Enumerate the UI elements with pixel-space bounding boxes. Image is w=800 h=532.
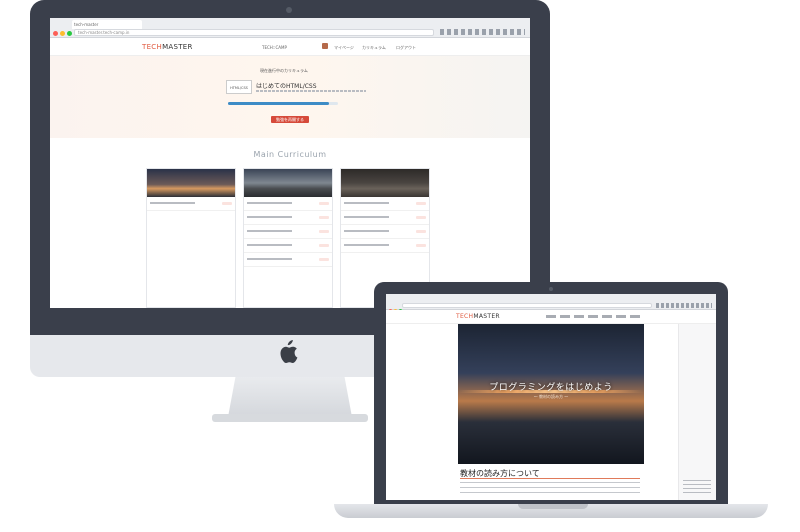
lesson-status-badge <box>416 244 426 247</box>
nav-item-mypage[interactable]: マイページ <box>334 45 354 51</box>
lesson-title <box>247 202 293 204</box>
resume-button[interactable]: 勉強を再開する <box>271 116 309 123</box>
curriculum-lesson-row[interactable] <box>147 197 235 211</box>
lesson-title <box>344 202 390 204</box>
lesson-title <box>344 230 390 232</box>
lesson-title <box>247 244 293 246</box>
sidebar-list[interactable] <box>683 480 711 494</box>
lesson-title <box>344 216 390 218</box>
curriculum-lesson-row[interactable] <box>341 197 429 211</box>
lesson-status-badge <box>319 244 329 247</box>
lesson-title <box>247 258 293 260</box>
curriculum-lesson-row[interactable] <box>244 197 332 211</box>
curriculum-lesson-row[interactable] <box>341 211 429 225</box>
nav-item-curriculum[interactable]: カリキュラム <box>362 45 386 51</box>
browser-chrome <box>386 294 716 312</box>
avatar[interactable] <box>322 43 328 49</box>
maximize-icon[interactable] <box>67 31 72 36</box>
site-nav[interactable] <box>546 315 641 318</box>
macbook-trackpad-notch <box>518 504 588 509</box>
curriculum-lesson-row[interactable] <box>341 225 429 239</box>
curriculum-card-image <box>341 169 429 197</box>
imac-stand <box>228 377 352 417</box>
imac-screen: tech-master tech-master.tech-camp.in TEC… <box>50 18 530 308</box>
site-logo[interactable]: TECHMASTER <box>142 43 193 51</box>
macbook-camera <box>549 287 553 291</box>
curriculum-lesson-row[interactable] <box>244 211 332 225</box>
current-curriculum-label: 現在進行中のカリキュラム <box>260 68 308 73</box>
curriculum-card[interactable] <box>243 168 333 308</box>
curriculum-card-image <box>147 169 235 197</box>
curriculum-lesson-row[interactable] <box>341 239 429 253</box>
site-header: TECHMASTER TECH::CAMP マイページ カリキュラム ログアウト <box>50 38 530 56</box>
course-description <box>256 90 366 92</box>
course-title[interactable]: はじめてのHTML/CSS <box>256 81 317 90</box>
site-header: TECHMASTER <box>386 310 716 324</box>
progress-bar <box>228 102 338 105</box>
imac-stand-base <box>212 414 368 422</box>
lesson-status-badge <box>319 230 329 233</box>
article-hero-title: プログラミングをはじめよう <box>489 383 613 393</box>
extension-icons[interactable] <box>440 29 525 35</box>
extension-icons[interactable] <box>656 303 712 308</box>
browser-chrome: tech-master tech-master.tech-camp.in <box>50 18 530 38</box>
lesson-status-badge <box>416 216 426 219</box>
lesson-status-badge <box>319 258 329 261</box>
macbook-screen: TECHMASTER プログラミングをはじめよう 〜 教材の読み方 〜 教材の読… <box>386 294 716 500</box>
article-hero-image: プログラミングをはじめよう 〜 教材の読み方 〜 <box>458 324 644 464</box>
current-curriculum-section: 現在進行中のカリキュラム HTML/CSS はじめてのHTML/CSS 勉強を再… <box>50 56 530 138</box>
nav-item-techcamp[interactable]: TECH::CAMP <box>262 45 322 50</box>
lesson-status-badge <box>319 202 329 205</box>
curriculum-lesson-row[interactable] <box>244 253 332 267</box>
curriculum-card[interactable] <box>146 168 236 308</box>
main-curriculum-title: Main Curriculum <box>253 150 327 159</box>
site-logo[interactable]: TECHMASTER <box>456 313 500 320</box>
section-divider <box>460 478 640 479</box>
lesson-status-badge <box>416 202 426 205</box>
lesson-title <box>344 244 390 246</box>
curriculum-lesson-row[interactable] <box>244 225 332 239</box>
imac-camera <box>286 7 292 13</box>
close-icon[interactable] <box>53 31 58 36</box>
lesson-status-badge <box>222 202 232 205</box>
right-sidebar <box>678 324 716 500</box>
lesson-status-badge <box>416 230 426 233</box>
address-bar[interactable] <box>402 303 652 308</box>
lesson-status-badge <box>319 216 329 219</box>
course-badge: HTML/CSS <box>226 80 252 94</box>
section-body <box>460 482 640 496</box>
curriculum-card-image <box>244 169 332 197</box>
progress-fill <box>228 102 330 105</box>
apple-logo-icon <box>278 340 298 369</box>
curriculum-lesson-row[interactable] <box>244 239 332 253</box>
lesson-title <box>247 216 293 218</box>
article-hero-subtitle: 〜 教材の読み方 〜 <box>533 394 569 399</box>
minimize-icon[interactable] <box>60 31 65 36</box>
address-bar[interactable]: tech-master.tech-camp.in <box>74 29 434 36</box>
lesson-title <box>247 230 293 232</box>
lesson-title <box>150 202 196 204</box>
browser-tab[interactable]: tech-master <box>72 20 142 29</box>
nav-item-logout[interactable]: ログアウト <box>396 45 416 51</box>
